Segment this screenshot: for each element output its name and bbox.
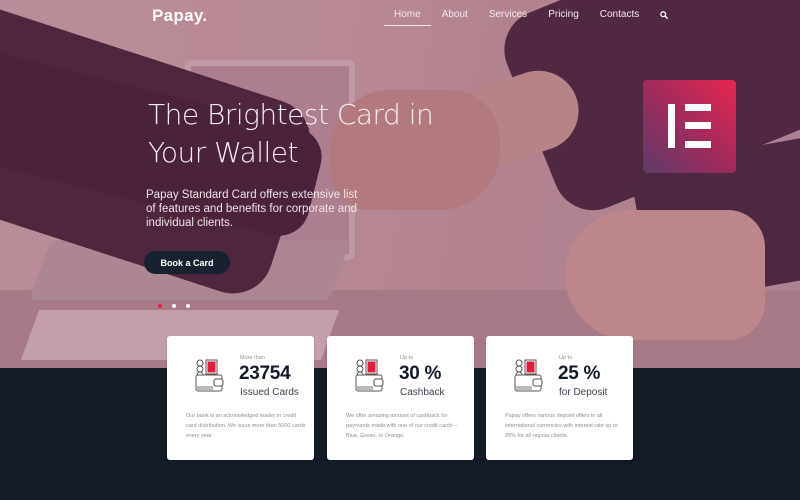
elementor-icon-bar-vertical <box>668 104 675 148</box>
stat-value: 23754 <box>239 363 291 384</box>
elementor-icon-bar-bottom <box>685 141 711 148</box>
stat-value: 25 % <box>558 363 601 384</box>
nav-item-about[interactable]: About <box>442 9 468 26</box>
stat-prefix: More than <box>240 355 265 361</box>
stat-prefix: Up to <box>400 355 414 361</box>
book-a-card-button[interactable]: Book a Card <box>144 251 230 274</box>
wallet-coins-icon <box>513 359 547 393</box>
hero-headline-line-1: The Brightest Card in <box>148 98 434 131</box>
slider-dot-2[interactable] <box>172 304 176 308</box>
hero-headline: The Brightest Card in Your Wallet <box>148 96 438 172</box>
hero-headline-line-2: Your Wallet <box>148 136 299 169</box>
wallet-coins-icon <box>354 359 388 393</box>
nav-item-home[interactable]: Home <box>384 9 431 26</box>
elementor-icon-bar-top <box>685 104 711 111</box>
stat-card-cashback: Up to 30 % Cashback We offer amazing amo… <box>327 336 474 460</box>
stat-description: Papay offers various deposit offers in a… <box>505 413 618 439</box>
stat-label: Issued Cards <box>240 387 299 398</box>
nav-item-contacts[interactable]: Contacts <box>600 9 639 26</box>
elementor-icon-bar-middle <box>685 122 711 129</box>
main-nav: Home About Services Pricing Contacts <box>384 9 670 26</box>
stat-label: Cashback <box>400 387 445 398</box>
logo[interactable]: Papay. <box>152 6 207 26</box>
slider-pagination <box>158 304 190 308</box>
nav-item-services[interactable]: Services <box>489 9 527 26</box>
wallet-coins-icon <box>194 359 228 393</box>
slider-dot-1[interactable] <box>158 304 162 308</box>
page: Papay. Home About Services Pricing Conta… <box>0 0 800 500</box>
search-icon[interactable] <box>660 10 670 21</box>
stat-value: 30 % <box>399 363 442 384</box>
hero-section <box>0 0 800 368</box>
hero-overlay <box>0 0 800 368</box>
stat-description: We offer amazing amount of cashback for … <box>346 413 458 439</box>
hero-subtext: Papay Standard Card offers extensive lis… <box>146 189 358 229</box>
stat-label: for Deposit <box>559 387 608 398</box>
stat-card-deposit: Up to 25 % for Deposit Papay offers vari… <box>486 336 633 460</box>
stat-prefix: Up to <box>559 355 573 361</box>
stat-description: Our bank is an acknowledged leader in cr… <box>186 413 306 439</box>
nav-item-pricing[interactable]: Pricing <box>548 9 579 26</box>
stat-card-issued-cards: More than 23754 Issued Cards Our bank is… <box>167 336 314 460</box>
slider-dot-3[interactable] <box>186 304 190 308</box>
elementor-icon[interactable] <box>643 80 736 173</box>
